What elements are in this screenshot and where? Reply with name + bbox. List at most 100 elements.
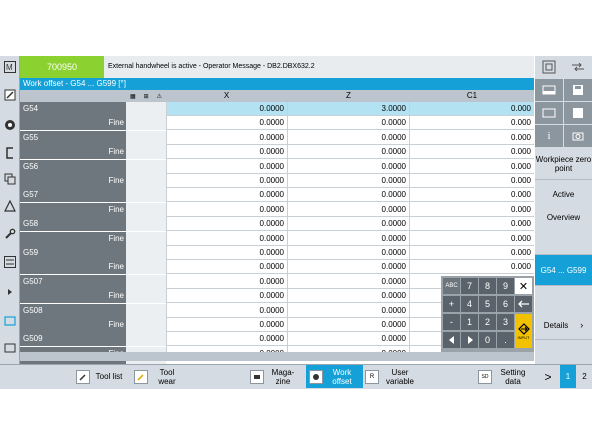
table-row[interactable]: G57 0.0000 0.0000 0.000: [20, 188, 534, 203]
copy-icon[interactable]: [2, 172, 17, 186]
wrench-icon[interactable]: [2, 227, 17, 241]
table-row-fine[interactable]: Fine0.00000.00000.000: [20, 145, 534, 160]
table-row-fine[interactable]: Fine0.00000.00000.000: [20, 174, 534, 188]
key-3[interactable]: 3: [497, 314, 514, 330]
key-6[interactable]: 6: [497, 296, 514, 312]
fine-value-cell[interactable]: 0.0000: [166, 289, 287, 304]
offset-value-cell[interactable]: 0.0000: [166, 188, 287, 203]
table-row[interactable]: G59 0.0000 0.0000 0.000: [20, 246, 534, 260]
fine-value-cell[interactable]: 0.000: [410, 174, 534, 188]
fine-value-cell[interactable]: 0.0000: [288, 145, 409, 160]
offset-value-cell[interactable]: 0.000: [410, 102, 534, 116]
offset-value-cell[interactable]: 0.0000: [288, 246, 409, 260]
offset-value-cell[interactable]: 0.000: [410, 246, 534, 260]
cursor-left-key[interactable]: [443, 332, 460, 348]
table-row[interactable]: G55 0.0000 0.0000 0.000: [20, 130, 534, 145]
work-offset-softkey[interactable]: Work offset: [306, 365, 363, 388]
stop-icon[interactable]: [564, 102, 592, 124]
offset-value-cell[interactable]: 0.0000: [288, 217, 409, 232]
camera-icon[interactable]: [564, 125, 592, 147]
panel-icon-2[interactable]: [2, 341, 17, 355]
table-row-fine[interactable]: Fine0.00000.00000.000: [20, 260, 534, 275]
fine-value-cell[interactable]: 0.0000: [288, 318, 409, 332]
backspace-key[interactable]: [515, 296, 532, 312]
fine-value-cell[interactable]: 0.0000: [166, 174, 287, 188]
offset-value-cell[interactable]: 0.0000: [166, 332, 287, 347]
offset-value-cell[interactable]: 0.0000: [166, 217, 287, 232]
offset-value-cell[interactable]: 0.0000: [288, 304, 409, 318]
machine-mode-icon[interactable]: M: [2, 60, 17, 74]
user-variable-softkey[interactable]: R User variable: [365, 365, 421, 388]
input-key[interactable]: INPUT: [515, 314, 532, 348]
offset-value-cell[interactable]: 0.000: [410, 131, 534, 145]
setting-data-softkey[interactable]: SD Setting data: [478, 365, 534, 388]
fine-value-cell[interactable]: 0.0000: [288, 174, 409, 188]
screen-layout-icon[interactable]: [535, 56, 563, 78]
dot-key[interactable]: .: [497, 332, 514, 348]
key-5[interactable]: 5: [479, 296, 496, 312]
next-page-button[interactable]: >: [537, 365, 559, 388]
offset-value-cell[interactable]: 0.0000: [288, 131, 409, 145]
bracket-icon[interactable]: [2, 146, 17, 160]
sinumerik-icon[interactable]: [2, 255, 17, 269]
fine-value-cell[interactable]: 0.0000: [288, 232, 409, 246]
alarm-number[interactable]: 700950: [20, 56, 104, 78]
key-2[interactable]: 2: [479, 314, 496, 330]
channel-switch-icon[interactable]: [564, 56, 592, 78]
g54-g599-softkey[interactable]: G54 ... G599: [535, 255, 592, 286]
close-keypad-button[interactable]: ✕: [515, 278, 532, 294]
abc-key[interactable]: ABC: [443, 278, 460, 294]
offset-value-cell[interactable]: 0.0000: [288, 160, 409, 174]
offset-value-cell[interactable]: 0.000: [410, 188, 534, 203]
offset-value-cell[interactable]: 0.000: [410, 160, 534, 174]
table-row[interactable]: G56 0.0000 0.0000 0.000: [20, 159, 534, 174]
window-mode-icon[interactable]: [535, 79, 563, 101]
info-icon[interactable]: i: [535, 125, 563, 147]
table-row-fine[interactable]: Fine0.00000.00000.000: [20, 231, 534, 246]
offset-value-cell[interactable]: 0.0000: [166, 160, 287, 174]
fine-value-cell[interactable]: 0.0000: [288, 289, 409, 304]
fine-value-cell[interactable]: 0.0000: [288, 203, 409, 217]
offset-value-cell[interactable]: 0.0000: [166, 304, 287, 318]
fine-value-cell[interactable]: 0.000: [410, 203, 534, 217]
fine-value-cell[interactable]: 0.000: [410, 116, 534, 131]
offset-value-cell[interactable]: 0.0000: [166, 246, 287, 260]
expand-arrow-icon[interactable]: [2, 285, 17, 299]
offset-value-cell[interactable]: 0.0000: [288, 332, 409, 347]
fine-value-cell[interactable]: 0.0000: [166, 145, 287, 160]
fine-value-cell[interactable]: 0.000: [410, 145, 534, 160]
key-9[interactable]: 9: [497, 278, 514, 294]
fine-value-cell[interactable]: 0.0000: [288, 116, 409, 131]
fine-value-cell[interactable]: 0.0000: [166, 116, 287, 131]
offset-value-cell[interactable]: 0.000: [410, 217, 534, 232]
page-2-button[interactable]: 2: [577, 365, 592, 388]
offset-value-cell[interactable]: 0.0000: [166, 131, 287, 145]
magazine-softkey[interactable]: Maga- zine: [250, 365, 304, 388]
offset-value-cell[interactable]: 3.0000: [288, 102, 409, 116]
fine-value-cell[interactable]: 0.000: [410, 232, 534, 246]
work-offset-icon[interactable]: [2, 118, 17, 132]
offset-value-cell[interactable]: 0.0000: [288, 275, 409, 289]
tool-list-softkey[interactable]: Tool list: [76, 365, 132, 388]
fine-value-cell[interactable]: 0.000: [410, 260, 534, 275]
panel-icon[interactable]: [2, 314, 17, 328]
key-0[interactable]: 0: [479, 332, 496, 348]
key-4[interactable]: 4: [461, 296, 478, 312]
save-icon[interactable]: [564, 79, 592, 101]
fine-value-cell[interactable]: 0.0000: [166, 318, 287, 332]
offset-value-cell[interactable]: 0.0000: [288, 188, 409, 203]
offset-value-cell[interactable]: 0.0000: [166, 102, 287, 116]
fine-value-cell[interactable]: 0.0000: [166, 260, 287, 275]
minus-key[interactable]: -: [443, 314, 460, 330]
table-row[interactable]: G58 0.0000 0.0000 0.000: [20, 217, 534, 232]
key-7[interactable]: 7: [461, 278, 478, 294]
fine-value-cell[interactable]: 0.0000: [166, 203, 287, 217]
plus-key[interactable]: +: [443, 296, 460, 312]
fine-value-cell[interactable]: 0.0000: [166, 232, 287, 246]
window-mode-icon-2[interactable]: [535, 102, 563, 124]
table-row-fine[interactable]: Fine0.00000.00000.000: [20, 202, 534, 217]
key-1[interactable]: 1: [461, 314, 478, 330]
edit-icon[interactable]: [2, 88, 17, 102]
workpiece-zero-point-softkey[interactable]: Workpiece zero point: [535, 149, 592, 180]
key-8[interactable]: 8: [479, 278, 496, 294]
